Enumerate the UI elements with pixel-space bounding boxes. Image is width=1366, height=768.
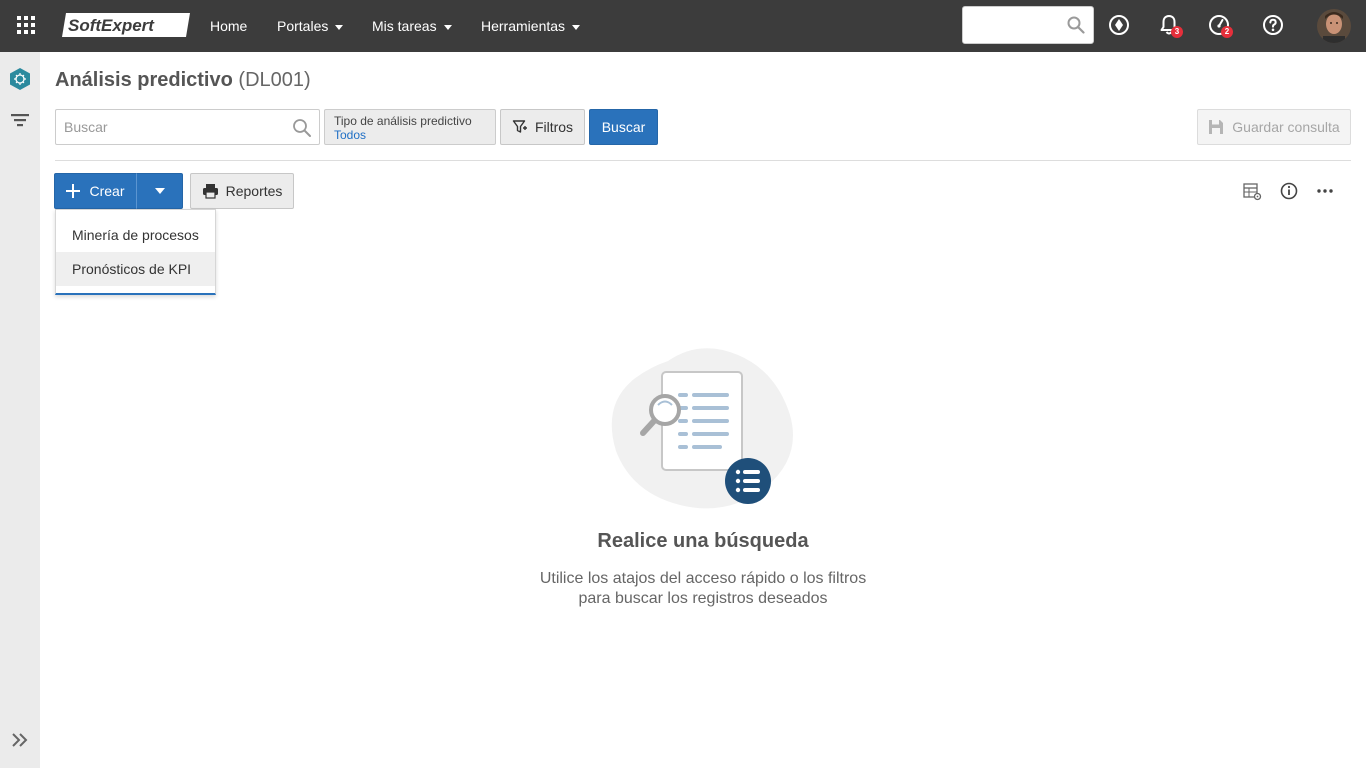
help-icon[interactable] <box>1261 13 1285 37</box>
logo-text: SoftExpert <box>68 16 155 35</box>
section-divider <box>55 160 1351 161</box>
top-navigation-bar: SoftExpert Home Portales Mis tareas Herr… <box>0 0 1366 52</box>
save-icon <box>1209 120 1224 134</box>
user-avatar[interactable] <box>1317 9 1351 43</box>
search-button-label: Buscar <box>601 119 646 135</box>
softexpert-logo[interactable]: SoftExpert <box>62 11 190 39</box>
page-code: (DL001) <box>238 69 311 91</box>
notifications-button[interactable]: 3 <box>1157 13 1183 41</box>
left-sidebar <box>0 52 40 768</box>
search-field <box>55 109 320 145</box>
reports-button[interactable]: Reportes <box>190 173 294 209</box>
nav-mis-tareas[interactable]: Mis tareas <box>372 0 452 52</box>
search-input[interactable] <box>56 110 281 144</box>
notifications-badge: 3 <box>1171 26 1183 38</box>
search-button[interactable]: Buscar <box>589 109 658 145</box>
chevron-down-icon <box>572 24 581 30</box>
chevron-down-icon <box>154 188 165 194</box>
menu-item-kpi-forecast[interactable]: Pronósticos de KPI <box>56 252 215 286</box>
filters-label: Filtros <box>534 119 574 135</box>
chevron-down-icon <box>335 24 344 30</box>
search-icon[interactable] <box>1067 16 1085 34</box>
empty-state-title: Realice una búsqueda <box>597 530 809 552</box>
nav-herramientas[interactable]: Herramientas <box>481 0 581 52</box>
menu-item-process-mining[interactable]: Minería de procesos <box>56 218 215 252</box>
create-dropdown-toggle[interactable] <box>136 173 183 209</box>
chevron-down-icon <box>443 24 452 30</box>
predictive-analysis-icon[interactable] <box>8 67 32 91</box>
nav-home-label: Home <box>210 18 248 34</box>
apps-grid-icon[interactable] <box>17 16 35 34</box>
create-split-button: Crear <box>54 173 183 209</box>
reports-label: Reportes <box>225 183 283 199</box>
save-query-label: Guardar consulta <box>1232 119 1340 135</box>
nav-mis-tareas-label: Mis tareas <box>372 18 437 34</box>
empty-state-description: Utilice los atajos del acceso rápido o l… <box>539 570 867 607</box>
funnel-icon <box>512 120 527 133</box>
global-search-input[interactable] <box>963 7 1063 43</box>
nav-home[interactable]: Home <box>210 0 247 52</box>
user-photo <box>1317 9 1351 43</box>
expand-icon[interactable] <box>8 728 32 752</box>
create-dropdown-menu: Minería de procesos Pronósticos de KPI <box>55 209 216 295</box>
save-query-button[interactable]: Guardar consulta <box>1197 109 1351 145</box>
tasks-button[interactable]: 2 <box>1207 13 1233 41</box>
info-icon[interactable] <box>1279 181 1299 201</box>
page-title: Análisis predictivo (DL001) <box>55 69 311 92</box>
tasks-badge: 2 <box>1221 26 1233 38</box>
create-button[interactable]: Crear <box>54 173 136 209</box>
filters-button[interactable]: Filtros <box>500 109 585 145</box>
compass-icon[interactable] <box>1107 13 1131 37</box>
global-search <box>962 6 1094 44</box>
printer-icon <box>202 184 218 199</box>
nav-portales[interactable]: Portales <box>277 0 344 52</box>
nav-herramientas-label: Herramientas <box>481 18 566 34</box>
table-settings-icon[interactable] <box>1242 181 1262 201</box>
analysis-type-label: Tipo de análisis predictivo <box>334 114 472 128</box>
page-title-text: Análisis predictivo <box>55 69 233 91</box>
empty-search-illustration <box>611 348 793 509</box>
filter-icon[interactable] <box>8 108 32 132</box>
nav-portales-label: Portales <box>277 18 329 34</box>
analysis-type-filter[interactable]: Tipo de análisis predictivo Todos <box>324 109 496 145</box>
create-label: Crear <box>89 183 125 199</box>
search-icon[interactable] <box>292 118 312 138</box>
plus-icon <box>66 184 81 198</box>
more-options-icon[interactable] <box>1315 181 1335 201</box>
analysis-type-value: Todos <box>334 128 367 142</box>
